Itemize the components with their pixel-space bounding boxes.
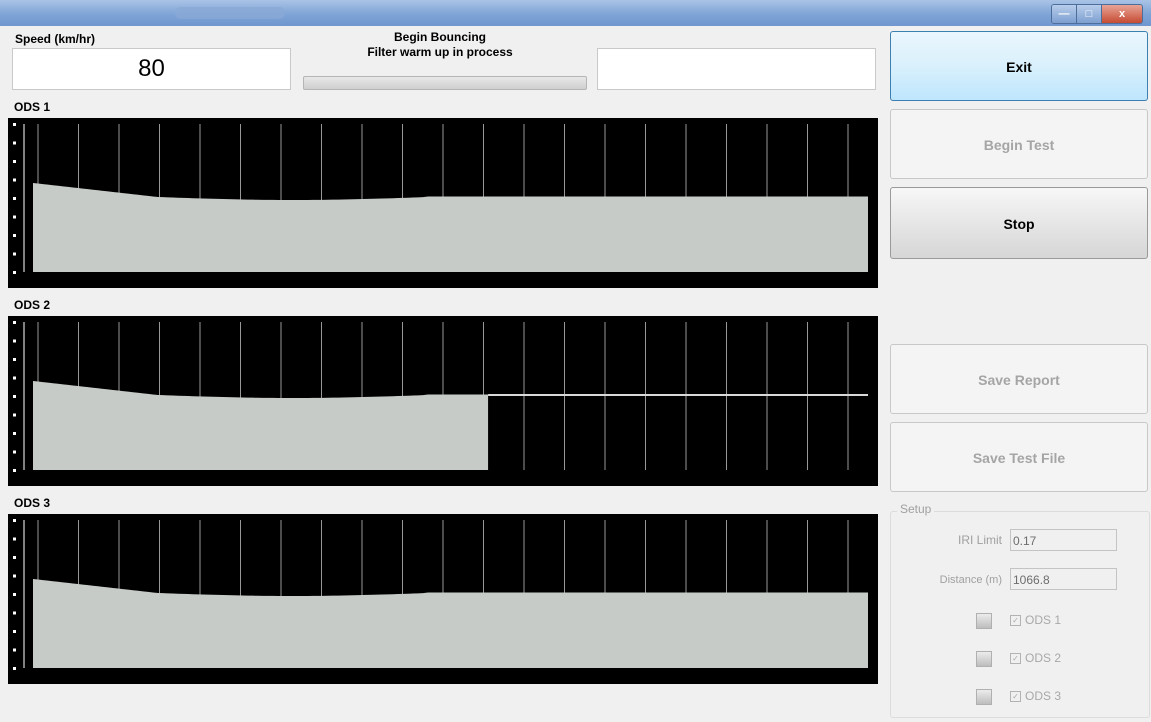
- y-tick: [13, 648, 16, 652]
- y-tick: [13, 178, 16, 182]
- warmup-progress-bar: [303, 76, 587, 90]
- y-tick: [13, 271, 16, 274]
- y-tick: [13, 339, 16, 343]
- ods2-checkbox[interactable]: ✓ ODS 2: [1010, 651, 1061, 665]
- y-tick: [13, 556, 16, 559]
- y-tick: [13, 537, 16, 541]
- stop-button[interactable]: Stop: [890, 187, 1148, 259]
- ods1-color-swatch[interactable]: [976, 613, 992, 629]
- y-tick: [13, 123, 16, 126]
- speed-value-field: 80: [12, 48, 291, 90]
- signal-trace: [33, 183, 868, 272]
- window-controls: — □ x: [1051, 4, 1143, 24]
- ods3-color-swatch[interactable]: [976, 689, 992, 705]
- checkbox-check-icon: ✓: [1010, 691, 1021, 703]
- y-tick: [13, 141, 16, 145]
- speed-label: Speed (km/hr): [15, 32, 96, 46]
- y-tick: [13, 215, 16, 219]
- y-tick: [13, 611, 16, 615]
- y-tick: [13, 432, 16, 435]
- distance-label: Distance (m): [939, 574, 1002, 586]
- y-tick: [13, 574, 16, 578]
- ods1-checkbox-label: ODS 1: [1025, 613, 1062, 627]
- y-tick: [13, 321, 16, 324]
- y-tick: [13, 197, 16, 200]
- ods3-label: ODS 3: [14, 496, 51, 510]
- ods3-plot: [8, 514, 878, 684]
- iri-limit-label: IRI Limit: [957, 533, 1002, 547]
- status-line-1: Begin Bouncing: [394, 30, 486, 44]
- window-title-blurred: [175, 7, 285, 19]
- maximize-icon[interactable]: □: [1077, 5, 1102, 23]
- ods2-plot: [8, 316, 878, 486]
- y-tick: [13, 376, 16, 380]
- ods2-checkbox-label: ODS 2: [1025, 651, 1062, 665]
- begin-test-button[interactable]: Begin Test: [890, 109, 1148, 179]
- signal-trace: [33, 381, 489, 470]
- close-icon[interactable]: x: [1102, 5, 1142, 23]
- y-tick: [13, 630, 16, 633]
- status-line-2: Filter warm up in process: [367, 45, 513, 59]
- minimize-icon[interactable]: —: [1052, 5, 1077, 23]
- right-status-field: [597, 48, 876, 90]
- plot-canvas: [13, 123, 868, 274]
- y-tick: [13, 358, 16, 361]
- y-tick: [13, 667, 16, 670]
- y-tick: [13, 519, 16, 522]
- y-tick: [13, 593, 16, 596]
- save-report-button[interactable]: Save Report: [890, 344, 1148, 414]
- plot-canvas: [13, 321, 868, 472]
- ods1-label: ODS 1: [14, 100, 51, 114]
- exit-button[interactable]: Exit: [890, 31, 1148, 101]
- y-tick: [13, 160, 16, 163]
- ods1-plot: [8, 118, 878, 288]
- ods2-label: ODS 2: [14, 298, 51, 312]
- distance-input[interactable]: 1066.8: [1010, 568, 1117, 590]
- y-tick: [13, 413, 16, 417]
- y-tick: [13, 252, 16, 256]
- status-text: Begin Bouncing Filter warm up in process: [300, 30, 580, 60]
- y-tick: [13, 234, 16, 237]
- ods3-checkbox-label: ODS 3: [1025, 689, 1062, 703]
- setup-title: Setup: [897, 502, 935, 516]
- plot-canvas: [13, 519, 868, 670]
- checkbox-check-icon: ✓: [1010, 653, 1021, 665]
- y-tick: [13, 395, 16, 398]
- iri-limit-input[interactable]: 0.17: [1010, 529, 1117, 551]
- checkbox-check-icon: ✓: [1010, 615, 1021, 627]
- ods2-color-swatch[interactable]: [976, 651, 992, 667]
- title-bar: — □ x: [0, 0, 1151, 26]
- y-tick: [13, 450, 16, 454]
- ods3-checkbox[interactable]: ✓ ODS 3: [1010, 689, 1061, 703]
- signal-trace: [33, 579, 868, 668]
- y-tick: [13, 469, 16, 472]
- save-test-file-button[interactable]: Save Test File: [890, 422, 1148, 492]
- ods1-checkbox[interactable]: ✓ ODS 1: [1010, 613, 1061, 627]
